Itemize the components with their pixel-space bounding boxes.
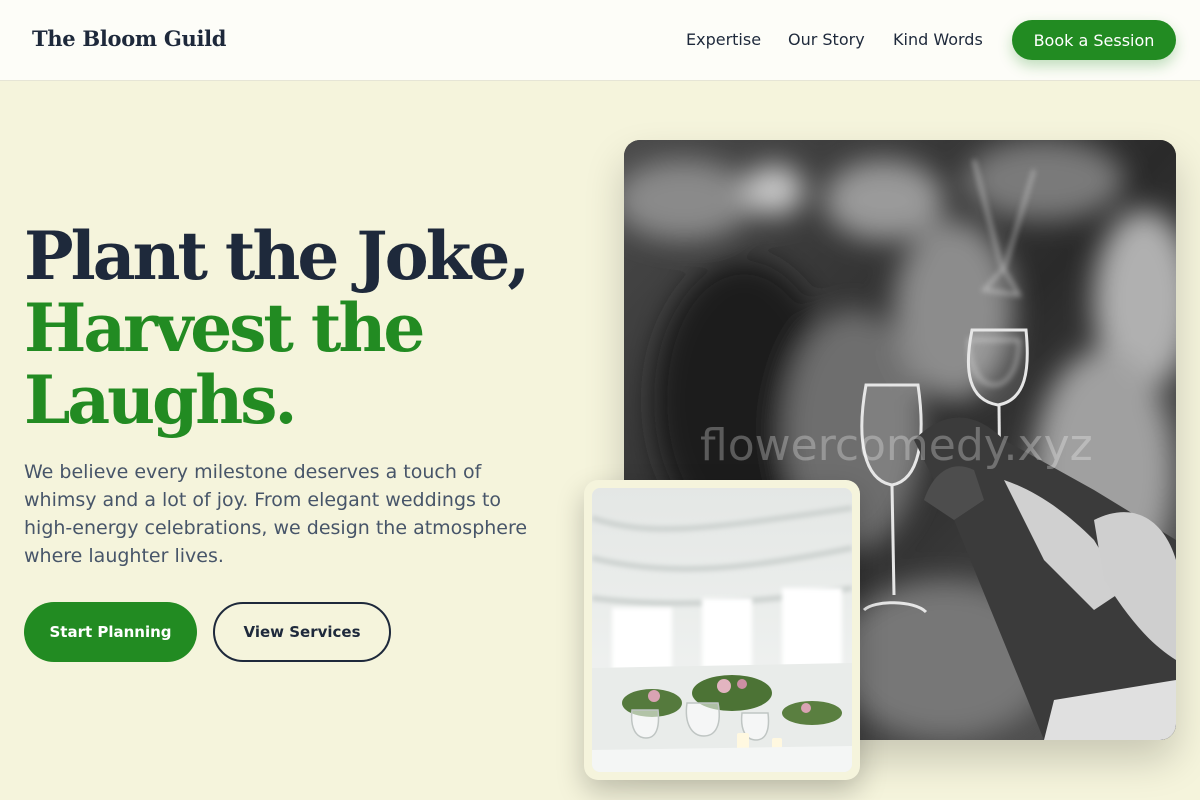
headline-line-2: Harvest the	[24, 289, 425, 367]
top-nav: The Bloom Guild Expertise Our Story Kind…	[0, 0, 1200, 81]
watermark-text: flowercomedy.xyz	[700, 420, 1093, 471]
nav-link-expertise[interactable]: Expertise	[686, 30, 761, 49]
nav-link-kind-words[interactable]: Kind Words	[893, 30, 983, 49]
headline-line-3: Laughs.	[24, 361, 297, 439]
inset-photo-frame	[584, 480, 860, 780]
site-logo[interactable]: The Bloom Guild	[32, 26, 226, 51]
start-planning-button[interactable]: Start Planning	[24, 602, 197, 662]
inset-photo-table-setting	[592, 488, 852, 772]
headline-line-1: Plant the Joke,	[24, 217, 530, 295]
nav-link-our-story[interactable]: Our Story	[788, 30, 865, 49]
hero-intro: We believe every milestone deserves a to…	[24, 461, 528, 567]
book-session-button[interactable]: Book a Session	[1012, 20, 1176, 60]
hero-headline: Plant the Joke, Harvest the Laughs.	[24, 220, 584, 436]
view-services-button[interactable]: View Services	[213, 602, 391, 662]
